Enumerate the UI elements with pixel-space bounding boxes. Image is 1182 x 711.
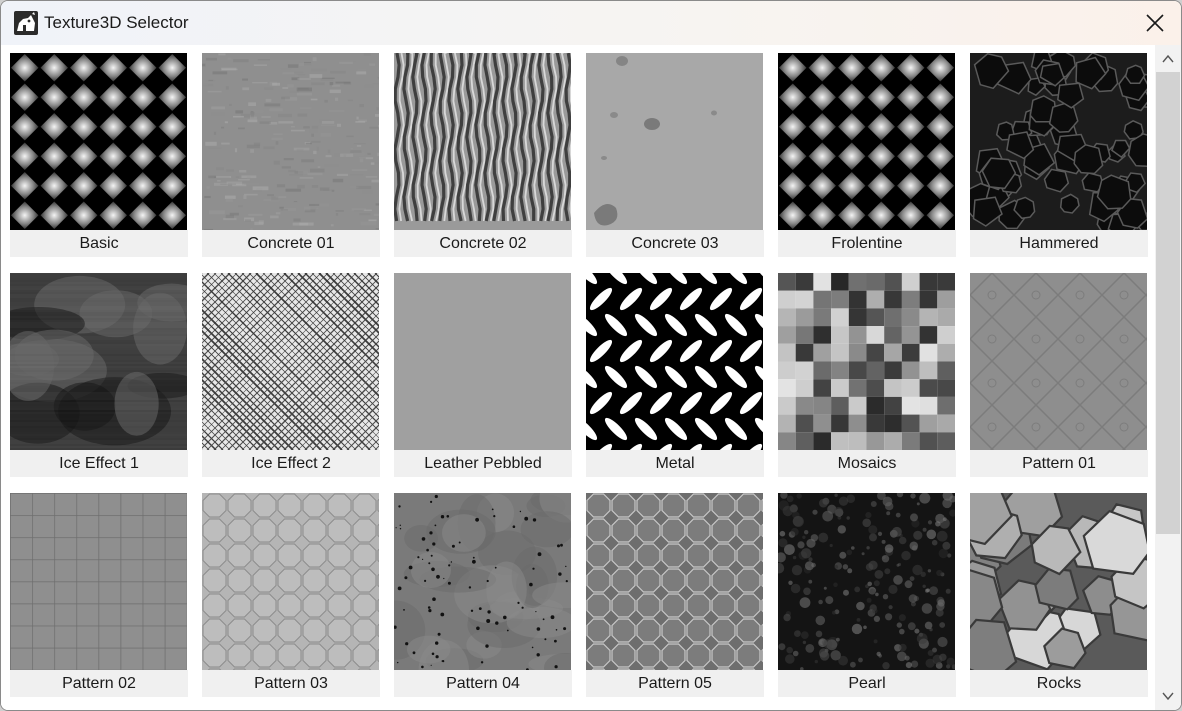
- texture-thumbnail[interactable]: [202, 493, 379, 670]
- texture-label: Pearl: [778, 670, 956, 697]
- texture-label: Ice Effect 2: [202, 450, 380, 477]
- texture-preview-image: [10, 273, 187, 450]
- texture-preview-image: [394, 53, 571, 230]
- texture-grid-area: Basic Concrete 01 Concrete 02 Concrete 03 …: [1, 45, 1155, 710]
- texture-preview-image: [970, 493, 1147, 670]
- texture-tile-pattern-05[interactable]: Pattern 05: [586, 493, 764, 697]
- texture-thumbnail[interactable]: [970, 273, 1147, 450]
- texture-tile-hammered[interactable]: Hammered: [970, 53, 1148, 257]
- texture-preview-image: [778, 493, 955, 670]
- texture-tile-pattern-04[interactable]: Pattern 04: [394, 493, 572, 697]
- texture-tile-concrete-02[interactable]: Concrete 02: [394, 53, 572, 257]
- close-icon: [1146, 14, 1164, 32]
- texture-label: Pattern 05: [586, 670, 764, 697]
- texture-tile-pattern-01[interactable]: Pattern 01: [970, 273, 1148, 477]
- texture-label: Pattern 01: [970, 450, 1148, 477]
- texture-thumbnail[interactable]: [10, 493, 187, 670]
- texture-label: Frolentine: [778, 230, 956, 257]
- texture-tile-pattern-03[interactable]: Pattern 03: [202, 493, 380, 697]
- texture-label: Concrete 01: [202, 230, 380, 257]
- texture-preview-image: [394, 273, 571, 450]
- texture-grid: Basic Concrete 01 Concrete 02 Concrete 03 …: [10, 53, 1148, 697]
- texture-thumbnail[interactable]: [586, 493, 763, 670]
- texture-label: Pattern 04: [394, 670, 572, 697]
- texture-preview-image: [202, 273, 379, 450]
- texture-thumbnail[interactable]: [202, 273, 379, 450]
- texture-thumbnail[interactable]: [394, 273, 571, 450]
- texture-thumbnail[interactable]: [970, 53, 1147, 230]
- texture-preview-image: [586, 493, 763, 670]
- texture-label: Pattern 02: [10, 670, 188, 697]
- texture-preview-image: [202, 53, 379, 230]
- texture-preview-image: [778, 273, 955, 450]
- texture-preview-image: [778, 53, 955, 230]
- title-bar: Texture3D Selector: [1, 1, 1181, 45]
- texture-preview-image: [970, 53, 1147, 230]
- texture-label: Hammered: [970, 230, 1148, 257]
- texture-preview-image: [586, 273, 763, 450]
- texture-thumbnail[interactable]: [778, 273, 955, 450]
- texture-label: Rocks: [970, 670, 1148, 697]
- scrollbar-thumb[interactable]: [1156, 72, 1180, 534]
- texture-label: Pattern 03: [202, 670, 380, 697]
- texture-tile-pattern-02[interactable]: Pattern 02: [10, 493, 188, 697]
- texture-label: Leather Pebbled: [394, 450, 572, 477]
- texture-thumbnail[interactable]: [970, 493, 1147, 670]
- texture-preview-image: [202, 493, 379, 670]
- texture-label: Metal: [586, 450, 764, 477]
- texture-label: Concrete 03: [586, 230, 764, 257]
- texture-tile-rocks[interactable]: Rocks: [970, 493, 1148, 697]
- texture-tile-concrete-03[interactable]: Concrete 03: [586, 53, 764, 257]
- texture-thumbnail[interactable]: [202, 53, 379, 230]
- scroll-down-icon[interactable]: [1161, 690, 1175, 702]
- texture-tile-concrete-01[interactable]: Concrete 01: [202, 53, 380, 257]
- texture-label: Basic: [10, 230, 188, 257]
- texture-thumbnail[interactable]: [778, 493, 955, 670]
- texture-thumbnail[interactable]: [394, 493, 571, 670]
- texture-thumbnail[interactable]: [586, 53, 763, 230]
- texture-selector-window: Texture3D Selector Basic Concrete 01 Concr…: [0, 0, 1182, 711]
- texture-thumbnail[interactable]: [778, 53, 955, 230]
- texture-thumbnail[interactable]: [10, 53, 187, 230]
- texture-preview-image: [10, 493, 187, 670]
- texture-tile-ice-effect-2[interactable]: Ice Effect 2: [202, 273, 380, 477]
- texture-label: Concrete 02: [394, 230, 572, 257]
- texture-preview-image: [394, 493, 571, 670]
- texture-tile-metal[interactable]: Metal: [586, 273, 764, 477]
- texture-label: Ice Effect 1: [10, 450, 188, 477]
- rhino-app-icon: [14, 11, 38, 35]
- texture-tile-basic[interactable]: Basic: [10, 53, 188, 257]
- close-button[interactable]: [1137, 7, 1173, 39]
- vertical-scrollbar[interactable]: [1155, 45, 1181, 710]
- texture-thumbnail[interactable]: [586, 273, 763, 450]
- texture-preview-image: [10, 53, 187, 230]
- texture-tile-ice-effect-1[interactable]: Ice Effect 1: [10, 273, 188, 477]
- texture-tile-mosaics[interactable]: Mosaics: [778, 273, 956, 477]
- texture-tile-frolentine[interactable]: Frolentine: [778, 53, 956, 257]
- window-title: Texture3D Selector: [44, 13, 189, 32]
- texture-tile-pearl[interactable]: Pearl: [778, 493, 956, 697]
- texture-preview-image: [586, 53, 763, 230]
- texture-thumbnail[interactable]: [10, 273, 187, 450]
- texture-tile-leather-pebbled[interactable]: Leather Pebbled: [394, 273, 572, 477]
- texture-preview-image: [970, 273, 1147, 450]
- scroll-up-icon[interactable]: [1161, 53, 1175, 65]
- texture-thumbnail[interactable]: [394, 53, 571, 230]
- texture-label: Mosaics: [778, 450, 956, 477]
